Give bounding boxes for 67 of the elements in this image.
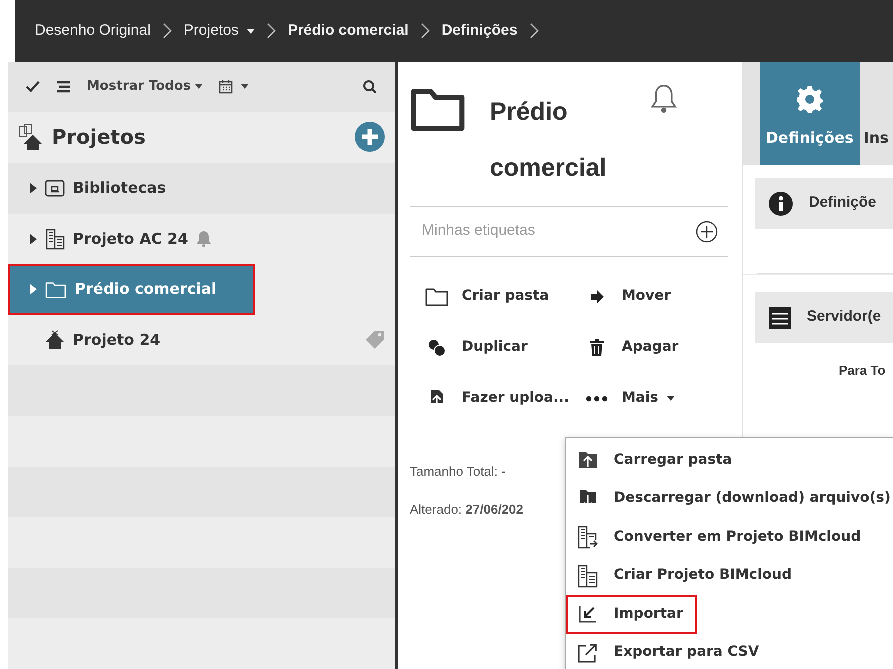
house-icon (45, 330, 65, 350)
chevron-icon (420, 23, 430, 39)
action-button[interactable]: Mover (582, 271, 722, 322)
expand-arrow-icon (30, 234, 37, 245)
section-header: Definiçõe (755, 178, 893, 229)
column-header: Para To (839, 362, 887, 380)
add-icon (696, 220, 718, 242)
tag-icon (365, 330, 385, 350)
caret-icon (666, 396, 675, 401)
action-button[interactable]: Criar pasta (422, 271, 582, 322)
modified-date-text: Alterado: 27/06/202 (410, 500, 524, 518)
calendar-icon (219, 80, 233, 94)
total-size-text: Tamanho Total: - (410, 463, 507, 481)
settings-tab[interactable]: Ins (860, 62, 893, 165)
action-button[interactable]: Apagar (582, 322, 722, 373)
menu-item[interactable]: Importar (566, 595, 698, 634)
bell-icon (196, 230, 212, 248)
tree-item[interactable]: Projeto AC 24 (8, 214, 395, 264)
folder-icon (410, 86, 466, 132)
panel-title: Projetos (52, 124, 147, 152)
folder-title: Prédio comercial (490, 97, 608, 184)
add-icon (355, 122, 385, 152)
breadcrumb-link[interactable]: Desenho Original (35, 20, 151, 42)
building-icon (577, 564, 599, 588)
import-icon (579, 605, 597, 624)
chevron-icon (530, 23, 539, 39)
action-button[interactable]: Duplicar (422, 322, 582, 373)
chevron-icon (162, 23, 172, 39)
filter-dropdown[interactable]: Mostrar Todos (87, 77, 203, 97)
action-button[interactable]: Mais (582, 373, 722, 424)
search-icon (363, 80, 377, 94)
action-button[interactable]: Fazer uploa... (422, 373, 582, 424)
caret-icon (241, 84, 249, 90)
tree-item[interactable]: Prédio comercial (8, 264, 255, 315)
tree-item[interactable]: Bibliotecas (8, 163, 395, 214)
caret-icon (195, 84, 203, 90)
checkmark-icon (26, 80, 40, 93)
bell-icon (650, 84, 678, 114)
more-icon (586, 396, 608, 402)
folder-upload-icon (578, 451, 598, 470)
settings-tab[interactable]: Definições (760, 62, 860, 165)
projects-icon (18, 124, 44, 150)
menu-item[interactable]: Descarregar (download) arquivo(s) (566, 480, 893, 518)
export-icon (578, 642, 598, 663)
info-icon (769, 192, 793, 216)
library-icon (45, 179, 65, 198)
list-icon (56, 80, 71, 93)
server-icon (769, 306, 791, 328)
tags-input[interactable]: Minhas etiquetas (420, 219, 640, 244)
trash-icon (590, 339, 604, 356)
expand-arrow-icon (30, 182, 37, 194)
expand-arrow-icon (30, 284, 37, 296)
breadcrumb-link[interactable]: Projetos (184, 20, 255, 42)
building-icon (45, 228, 65, 250)
arrow-icon (590, 290, 604, 304)
breadcrumb-link[interactable]: Definições (442, 20, 518, 42)
breadcrumb-link[interactable]: Prédio comercial (288, 20, 409, 42)
tree-item[interactable]: Projeto 24 (8, 314, 395, 366)
folder-icon (425, 286, 449, 306)
chevron-icon (266, 23, 276, 39)
duplicate-icon (428, 338, 446, 356)
building-convert-icon (577, 525, 599, 550)
section-header: Servidor(e (755, 292, 893, 343)
settings-icon (796, 84, 824, 112)
calendar-dropdown[interactable] (219, 80, 249, 94)
folder-icon (45, 280, 67, 299)
caret-icon (246, 28, 255, 34)
